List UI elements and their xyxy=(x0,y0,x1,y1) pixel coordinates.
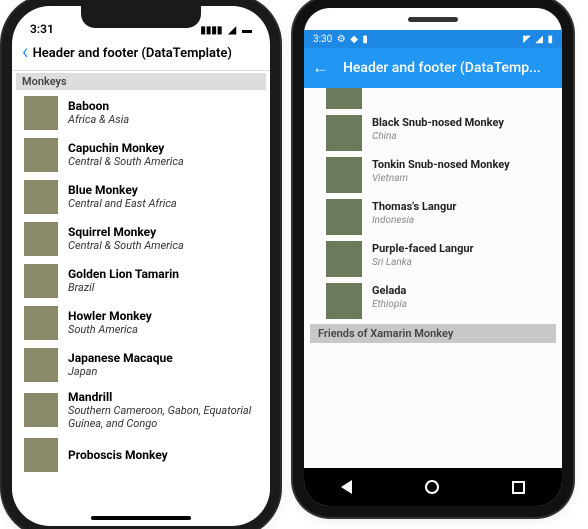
android-list[interactable]: China Black Snub-nosed Monkey China Tonk… xyxy=(304,88,562,468)
monkey-name: Golden Lion Tamarin xyxy=(68,267,179,281)
back-arrow-icon[interactable]: ← xyxy=(312,58,329,78)
list-item[interactable]: Tonkin Snub-nosed Monkey Vietnam xyxy=(304,154,562,196)
monkey-thumbnail xyxy=(24,96,58,130)
monkey-thumbnail xyxy=(326,199,362,235)
battery-icon: ▬ xyxy=(242,25,252,36)
list-footer: Friends of Xamarin Monkey xyxy=(310,324,556,343)
monkey-name: Black Snub-nosed Monkey xyxy=(372,116,504,129)
monkey-location: China xyxy=(372,131,504,142)
monkey-name: Tonkin Snub-nosed Monkey xyxy=(372,158,510,171)
monkey-location: Central and East Africa xyxy=(68,197,177,210)
monkey-location: Sri Lanka xyxy=(372,257,474,268)
bug-icon: ◆ xyxy=(350,34,358,45)
monkey-thumbnail xyxy=(24,348,58,382)
wifi-icon: ◤ xyxy=(523,34,531,45)
home-indicator[interactable] xyxy=(91,516,191,520)
nav-back-icon[interactable] xyxy=(341,480,352,494)
list-item[interactable]: Purple-faced Langur Sri Lanka xyxy=(304,238,562,280)
android-speaker xyxy=(408,17,458,22)
monkey-location: Central & South America xyxy=(68,239,184,252)
ios-status-icons: ▮▮▮▮ ◢ ▬ xyxy=(197,22,252,36)
android-nav-bar xyxy=(304,468,562,506)
list-item[interactable]: Baboon Africa & Asia xyxy=(12,92,270,134)
monkey-location: South America xyxy=(68,323,152,336)
monkey-location: Brazil xyxy=(68,281,179,294)
list-item[interactable]: Black Snub-nosed Monkey China xyxy=(304,112,562,154)
list-item[interactable]: Mandrill Southern Cameroon, Gabon, Equat… xyxy=(12,386,270,434)
monkey-location: Southern Cameroon, Gabon, Equatorial Gui… xyxy=(68,404,262,430)
monkey-name: Capuchin Monkey xyxy=(68,141,184,155)
back-chevron-icon[interactable]: ‹ xyxy=(18,42,33,64)
iphone-notch xyxy=(81,6,201,28)
list-item[interactable]: Proboscis Monkey xyxy=(12,434,270,476)
monkey-name: Squirrel Monkey xyxy=(68,225,184,239)
list-item[interactable]: Japanese Macaque Japan xyxy=(12,344,270,386)
monkey-thumbnail xyxy=(24,264,58,298)
monkey-thumbnail xyxy=(24,222,58,256)
list-item[interactable]: Golden Lion Tamarin Brazil xyxy=(12,260,270,302)
monkey-name: Gelada xyxy=(372,284,407,297)
battery-icon: ▮ xyxy=(547,34,553,45)
list-item[interactable]: Gelada Ethiopia xyxy=(304,280,562,322)
monkey-thumbnail xyxy=(24,180,58,214)
nav-recent-icon[interactable] xyxy=(512,481,525,494)
monkey-location: Ethiopia xyxy=(372,299,407,310)
monkey-name: Thomas's Langur xyxy=(372,200,456,213)
list-item[interactable]: Thomas's Langur Indonesia xyxy=(304,196,562,238)
monkey-thumbnail xyxy=(24,306,58,340)
monkey-name: Japanese Macaque xyxy=(68,351,173,365)
monkey-thumbnail xyxy=(24,138,58,172)
page-title: Header and footer (DataTemplate) xyxy=(33,46,232,61)
list-item[interactable]: Blue Monkey Central and East Africa xyxy=(12,176,270,218)
android-status-bar: 3:30 ⚙ ◆ ▮ ◤ ◢ ▮ xyxy=(304,30,562,48)
page-title: Header and footer (DataTemp... xyxy=(343,60,541,76)
list-item[interactable]: Howler Monkey South America xyxy=(12,302,270,344)
monkey-thumbnail xyxy=(326,157,362,193)
gear-icon: ⚙ xyxy=(337,34,346,45)
list-item[interactable]: Capuchin Monkey Central & South America xyxy=(12,134,270,176)
monkey-name: Baboon xyxy=(68,99,129,113)
monkey-thumbnail xyxy=(326,88,362,109)
android-app-bar: ← Header and footer (DataTemp... xyxy=(304,48,562,88)
monkey-thumbnail xyxy=(24,393,58,427)
signal-icon: ▮▮▮▮ xyxy=(200,25,222,36)
battery-small-icon: ▮ xyxy=(362,34,368,45)
android-clock: 3:30 xyxy=(313,34,332,45)
monkey-name: Mandrill xyxy=(68,390,262,404)
iphone-device-frame: 3:31 ▮▮▮▮ ◢ ▬ ‹ Header and footer (DataT… xyxy=(12,6,270,526)
monkey-location: Vietnam xyxy=(372,173,510,184)
wifi-icon: ◢ xyxy=(228,25,236,36)
list-item[interactable]: Squirrel Monkey Central & South America xyxy=(12,218,270,260)
list-item[interactable]: China xyxy=(304,88,562,112)
monkey-location: Japan xyxy=(68,365,173,378)
ios-clock: 3:31 xyxy=(30,22,54,36)
android-device-frame: 3:30 ⚙ ◆ ▮ ◤ ◢ ▮ ← Header and footer (Da… xyxy=(304,8,562,506)
monkey-name: Proboscis Monkey xyxy=(68,448,168,462)
ios-nav-bar: ‹ Header and footer (DataTemplate) xyxy=(12,38,270,71)
monkey-location: Indonesia xyxy=(372,215,456,226)
monkey-name: Blue Monkey xyxy=(68,183,177,197)
monkey-thumbnail xyxy=(24,438,58,472)
ios-list[interactable]: Monkeys Baboon Africa & Asia Capuchin Mo… xyxy=(12,71,270,519)
monkey-location: Central & South America xyxy=(68,155,184,168)
signal-icon: ◢ xyxy=(535,34,543,45)
monkey-thumbnail xyxy=(326,241,362,277)
monkey-thumbnail xyxy=(326,115,362,151)
nav-home-icon[interactable] xyxy=(425,480,439,494)
monkey-thumbnail xyxy=(326,283,362,319)
monkey-name: Howler Monkey xyxy=(68,309,152,323)
monkey-name: Purple-faced Langur xyxy=(372,242,474,255)
monkey-location: Africa & Asia xyxy=(68,113,129,126)
list-header: Monkeys xyxy=(16,73,266,90)
